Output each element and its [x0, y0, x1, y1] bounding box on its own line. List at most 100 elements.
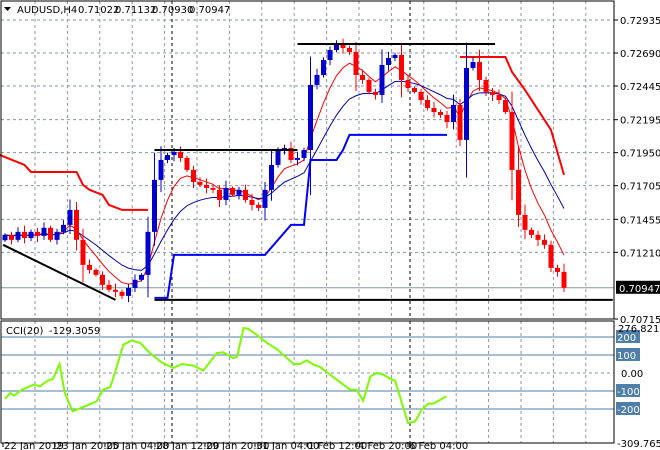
- bear-candle: [425, 100, 430, 108]
- price-tick-label: 0.72195: [620, 116, 660, 127]
- cci-header: CCI(20) -129.3059: [6, 326, 100, 337]
- bull-candle: [61, 224, 66, 232]
- bear-candle: [509, 112, 515, 170]
- bear-candle: [418, 91, 424, 101]
- bull-candle: [171, 151, 177, 155]
- bull-candle: [67, 209, 73, 225]
- price-tick-label: 0.72935: [620, 16, 660, 27]
- bear-candle: [522, 214, 528, 230]
- cci-level-label: -200: [617, 405, 640, 416]
- cci-level-label: -100: [617, 387, 640, 398]
- bull-candle: [275, 149, 281, 165]
- bull-candle: [152, 179, 157, 232]
- ohlc-high: 0.71132: [115, 5, 156, 16]
- bull-candle: [464, 67, 469, 140]
- bear-candle: [113, 289, 118, 292]
- bull-candle: [15, 231, 21, 240]
- bear-candle: [197, 181, 203, 185]
- bull-candle: [269, 164, 274, 190]
- resistance-stop-line: [0, 154, 148, 211]
- cci-value: -129.3059: [49, 326, 100, 337]
- bear-candle: [48, 227, 53, 240]
- bear-candle: [405, 79, 411, 89]
- cci-level-label: 0.00: [621, 369, 643, 380]
- bear-candle: [457, 104, 463, 140]
- price-tick-label: 0.71455: [620, 215, 660, 226]
- bear-candle: [490, 91, 495, 95]
- bear-candle: [230, 187, 235, 195]
- bear-candle: [548, 244, 554, 268]
- bear-candle: [353, 51, 359, 75]
- bear-candle: [347, 48, 352, 52]
- current-price-label: 0.70947: [619, 284, 660, 295]
- bear-candle: [87, 264, 92, 270]
- bear-candle: [373, 91, 378, 95]
- bear-candle: [204, 184, 209, 188]
- bear-candle: [9, 234, 14, 240]
- bear-candle: [340, 44, 346, 49]
- bear-candle: [191, 169, 196, 182]
- candles: [2, 38, 567, 303]
- bull-candle: [158, 159, 164, 180]
- bear-candle: [529, 229, 534, 235]
- bear-candle: [106, 284, 112, 290]
- trendline: [2, 243, 116, 301]
- bull-candle: [145, 231, 151, 275]
- grid: [1, 1, 614, 443]
- bear-candle: [412, 88, 417, 92]
- cci-level-label: 100: [617, 351, 636, 362]
- bull-candle: [223, 187, 229, 200]
- bull-candle: [262, 189, 268, 208]
- bear-candle: [399, 55, 404, 80]
- fast-ma-line: [4, 62, 565, 285]
- bear-candle: [360, 74, 365, 80]
- bull-candle: [321, 60, 326, 75]
- ohlc-close: 0.70947: [189, 5, 230, 16]
- bull-candle: [54, 231, 60, 240]
- bear-candle: [178, 151, 183, 158]
- price-tick-label: 0.71210: [620, 248, 660, 259]
- bear-candle: [74, 209, 79, 240]
- bull-candle: [470, 62, 476, 68]
- ohlc-low: 0.70930: [152, 5, 193, 16]
- symbol-label: AUDUSD,H4: [17, 5, 77, 16]
- bull-candle: [386, 57, 391, 65]
- bear-candle: [210, 187, 216, 190]
- bull-candle: [165, 154, 170, 160]
- bull-candle: [451, 104, 456, 122]
- chart-canvas[interactable]: 2001000.00-100-200276.8217-309.7653 0.72…: [0, 0, 660, 450]
- cci-pane-frame: [0, 320, 615, 444]
- trading-chart-window: 2001000.00-100-200276.8217-309.7653 0.72…: [0, 0, 660, 450]
- cci-label: CCI(20): [6, 326, 44, 337]
- bear-candle: [438, 112, 443, 115]
- bear-candle: [542, 239, 547, 245]
- bear-candle: [535, 234, 541, 240]
- bear-candle: [555, 267, 560, 272]
- bull-candle: [295, 157, 300, 160]
- bull-candle: [301, 149, 307, 158]
- price-tick-label: 0.72445: [620, 82, 660, 93]
- bear-candle: [93, 269, 99, 275]
- bull-candle: [2, 234, 8, 241]
- bear-candle: [477, 62, 482, 80]
- bear-candle: [249, 199, 255, 205]
- bear-candle: [217, 189, 222, 200]
- bull-candle: [334, 44, 339, 51]
- bull-candle: [327, 50, 333, 61]
- bear-candle: [444, 114, 450, 122]
- bear-candle: [243, 189, 248, 200]
- price-tick-label: 0.71705: [620, 182, 660, 193]
- dropdown-triangle-icon[interactable]: [4, 7, 11, 11]
- slow-ma-line: [4, 80, 565, 271]
- bull-candle: [308, 84, 313, 150]
- price-tick-label: 0.70715: [620, 315, 660, 326]
- bear-candle: [35, 231, 40, 236]
- bull-candle: [132, 279, 138, 288]
- bear-candle: [516, 169, 521, 215]
- bear-candle: [431, 107, 437, 113]
- price-tick-label: 0.71950: [620, 149, 660, 160]
- bear-candle: [256, 204, 261, 208]
- bull-candle: [28, 231, 34, 238]
- bear-candle: [503, 100, 508, 113]
- bull-candle: [236, 189, 242, 195]
